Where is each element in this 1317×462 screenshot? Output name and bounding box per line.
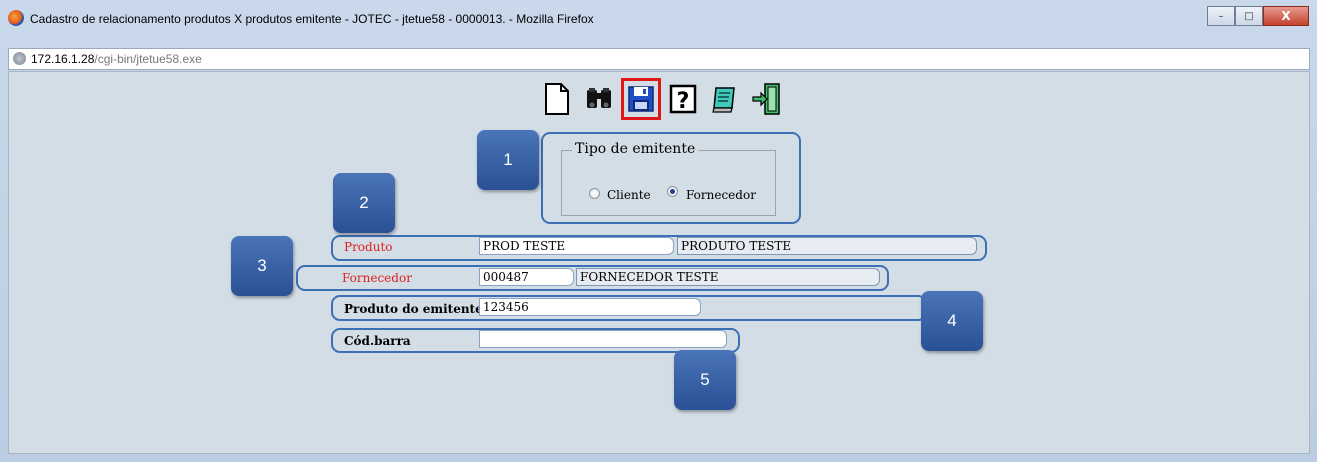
notebook-button[interactable] <box>707 80 743 118</box>
window-title: Cadastro de relacionamento produtos X pr… <box>30 12 594 26</box>
produto-label: Produto <box>344 240 393 254</box>
help-button[interactable]: ? <box>665 80 701 118</box>
browser-window: Cadastro de relacionamento produtos X pr… <box>0 0 1317 462</box>
page-content: ? Tipo de emitente Cliente Fornecedor Pr… <box>8 71 1310 454</box>
url-path: /cgi-bin/jtetue58.exe <box>94 52 202 66</box>
fornecedor-label: Fornecedor <box>342 271 412 285</box>
minimize-button[interactable]: – <box>1207 6 1235 26</box>
title-bar: Cadastro de relacionamento produtos X pr… <box>0 0 1317 46</box>
save-button[interactable] <box>621 78 661 120</box>
radio-cliente[interactable] <box>589 188 600 199</box>
new-document-icon <box>545 83 569 115</box>
fornecedor-code-input[interactable]: 000487 <box>479 268 574 286</box>
fornecedor-description: FORNECEDOR TESTE <box>576 268 880 286</box>
notebook-icon <box>712 87 735 113</box>
produto-description: PRODUTO TESTE <box>677 237 977 255</box>
radio-cliente-label[interactable]: Cliente <box>607 188 651 202</box>
callout-badge-4: 4 <box>921 291 983 351</box>
binoculars-icon <box>587 88 611 108</box>
svg-text:?: ? <box>677 89 690 114</box>
close-button[interactable]: X <box>1263 6 1309 26</box>
floppy-disk-icon <box>628 86 654 112</box>
help-icon: ? <box>669 84 697 114</box>
radio-fornecedor[interactable] <box>667 186 678 197</box>
tipo-emitente-legend: Tipo de emitente <box>572 141 699 157</box>
cod-barra-label: Cód.barra <box>344 334 411 348</box>
maximize-button[interactable]: □ <box>1235 6 1263 26</box>
radio-fornecedor-label[interactable]: Fornecedor <box>686 188 756 202</box>
produto-code-input[interactable]: PROD TESTE <box>479 237 674 255</box>
firefox-icon <box>8 10 24 26</box>
produto-emitente-label: Produto do emitente <box>344 302 483 316</box>
url-text: 172.16.1.28/cgi-bin/jtetue58.exe <box>31 52 202 66</box>
url-host: 172.16.1.28 <box>31 52 95 66</box>
callout-badge-3: 3 <box>231 236 293 296</box>
callout-badge-2: 2 <box>333 173 395 233</box>
callout-badge-5: 5 <box>674 350 736 410</box>
search-button[interactable] <box>581 80 617 118</box>
new-button[interactable] <box>539 80 575 118</box>
exit-button[interactable] <box>749 80 785 118</box>
exit-door-icon <box>752 83 780 115</box>
window-controls: – □ X <box>1207 6 1309 26</box>
address-bar[interactable]: 172.16.1.28/cgi-bin/jtetue58.exe <box>8 48 1310 70</box>
toolbar: ? <box>539 78 785 120</box>
cod-barra-input[interactable] <box>479 330 727 348</box>
callout-badge-1: 1 <box>477 130 539 190</box>
produto-emitente-input[interactable]: 123456 <box>479 298 701 316</box>
tipo-emitente-group: Tipo de emitente Cliente Fornecedor <box>561 141 776 216</box>
globe-icon <box>13 52 26 65</box>
